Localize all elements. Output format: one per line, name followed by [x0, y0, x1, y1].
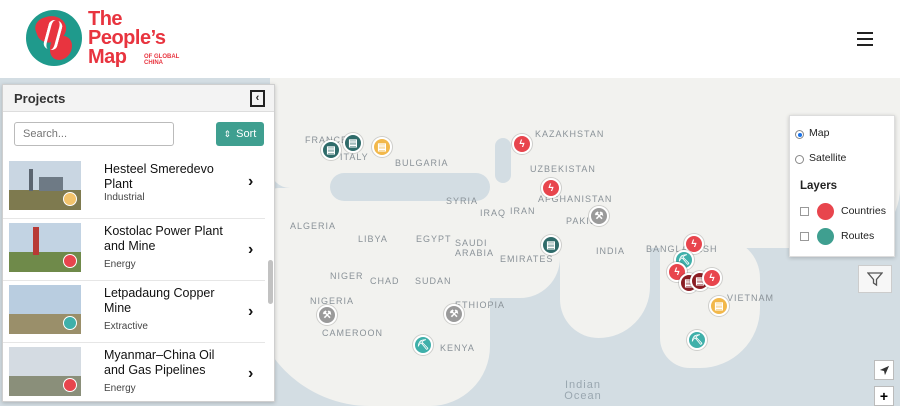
- project-list-item[interactable]: Hesteel Smeredevo Plant Industrial ›: [3, 157, 265, 219]
- label-uzbekistan: UZBEKISTAN: [530, 164, 596, 174]
- layers-heading: Layers: [800, 180, 838, 192]
- chevron-right-icon[interactable]: ›: [248, 365, 253, 383]
- updown-arrows-icon: ⇕: [223, 128, 232, 139]
- globe-logo-icon: [26, 10, 82, 66]
- project-category: Energy: [104, 383, 136, 394]
- hamburger-menu-icon[interactable]: [857, 32, 873, 46]
- africa-land: [250, 188, 490, 406]
- project-search-input[interactable]: [14, 122, 174, 146]
- project-thumbnail: [9, 347, 81, 396]
- site-header: The People’s Map OF GLOBAL CHINA: [0, 0, 900, 78]
- chevron-right-icon[interactable]: ›: [248, 241, 253, 259]
- energy-badge-icon: [63, 254, 77, 268]
- countries-checkbox[interactable]: [800, 207, 809, 216]
- projects-panel-header: Projects ‹: [3, 85, 274, 112]
- label-emirates: EMIRATES: [500, 254, 554, 264]
- caspian-sea: [495, 138, 511, 183]
- label-india: INDIA: [596, 246, 626, 256]
- label-niger: NIGER: [330, 271, 364, 281]
- label-iran: IRAN: [510, 206, 536, 216]
- label-indian-ocean-2: Ocean: [564, 390, 602, 402]
- project-marker-energy[interactable]: ϟ: [512, 134, 532, 154]
- project-list-item[interactable]: Kostolac Power Plant and Mine Energy ›: [3, 219, 265, 281]
- projects-panel: Projects ‹ ⇕ Sort Hesteel Smeredevo Plan…: [2, 84, 275, 402]
- project-marker-manufacturing[interactable]: ▤: [343, 133, 363, 153]
- label-chad: CHAD: [370, 276, 400, 286]
- extractive-badge-icon: [63, 316, 77, 330]
- project-title: Kostolac Power Plant and Mine: [104, 224, 223, 253]
- label-italy: ITALY: [340, 152, 369, 162]
- industrial-badge-icon: [63, 192, 77, 206]
- label-libya: LIBYA: [358, 234, 388, 244]
- project-thumbnail: [9, 161, 81, 210]
- layers-control: Map Satellite Layers Countries Routes: [789, 115, 895, 257]
- chevron-right-icon[interactable]: ›: [248, 173, 253, 191]
- project-marker-extractive[interactable]: ⛏: [413, 335, 433, 355]
- project-marker-industrial[interactable]: ▤: [372, 137, 392, 157]
- label-kenya: KENYA: [440, 343, 475, 353]
- india-land: [560, 218, 650, 338]
- locate-button[interactable]: [874, 360, 894, 380]
- project-marker-manufacturing[interactable]: ▤: [321, 140, 341, 160]
- countries-label: Countries: [841, 205, 886, 217]
- satellite-base-label: Satellite: [809, 152, 847, 164]
- project-marker-extractive[interactable]: ⛏: [687, 330, 707, 350]
- label-kazakhstan: KAZAKHSTAN: [535, 129, 605, 139]
- label-nigeria: NIGERIA: [310, 296, 355, 306]
- label-indian-ocean: Indian Ocean: [558, 380, 608, 402]
- project-category: Energy: [104, 259, 136, 270]
- project-marker-other[interactable]: ⚒: [589, 206, 609, 226]
- label-bulgaria: BULGARIA: [395, 158, 449, 168]
- list-scrollbar[interactable]: [268, 260, 273, 304]
- label-vietnam: VIETNAM: [727, 293, 775, 303]
- project-list-item[interactable]: Myanmar–China Oil and Gas Pipelines Ener…: [3, 343, 265, 401]
- logo-subtitle: OF GLOBAL CHINA: [144, 54, 179, 66]
- project-category: Extractive: [104, 321, 148, 332]
- chevron-right-icon[interactable]: ›: [248, 303, 253, 321]
- countries-globe-icon: [817, 203, 834, 220]
- logo-subtitle-line-2: CHINA: [144, 60, 163, 66]
- project-list-item[interactable]: Letpadaung Copper Mine Extractive ›: [3, 281, 265, 343]
- project-title: Hesteel Smeredevo Plant: [104, 162, 214, 191]
- satellite-base-radio[interactable]: [795, 155, 804, 164]
- routes-label: Routes: [841, 230, 875, 242]
- label-egypt: EGYPT: [416, 234, 452, 244]
- sort-button[interactable]: ⇕ Sort: [216, 122, 264, 146]
- project-marker-manufacturing[interactable]: ▤: [541, 235, 561, 255]
- project-list: Hesteel Smeredevo Plant Industrial › Kos…: [3, 157, 265, 401]
- locate-arrow-icon: [879, 365, 889, 375]
- project-marker-other[interactable]: ⚒: [444, 304, 464, 324]
- label-cameroon: CAMEROON: [322, 328, 384, 338]
- project-thumbnail: [9, 285, 81, 334]
- routes-globe-icon: [817, 228, 834, 245]
- filter-funnel-icon: [867, 272, 883, 287]
- label-sudan: SUDAN: [415, 276, 452, 286]
- peoples-map-logo[interactable]: The People’s Map OF GLOBAL CHINA: [26, 9, 186, 70]
- projects-panel-title: Projects: [14, 91, 66, 106]
- label-algeria: ALGERIA: [290, 221, 337, 231]
- collapse-left-icon[interactable]: ‹: [250, 90, 265, 107]
- routes-checkbox[interactable]: [800, 232, 809, 241]
- project-title: Myanmar–China Oil and Gas Pipelines: [104, 348, 215, 377]
- map-base-radio[interactable]: [795, 130, 804, 139]
- sort-label: Sort: [236, 128, 257, 140]
- zoom-in-button[interactable]: +: [874, 386, 894, 406]
- energy-badge-icon: [63, 378, 77, 392]
- project-thumbnail: [9, 223, 81, 272]
- project-marker-energy[interactable]: ϟ: [702, 268, 722, 288]
- project-title: Letpadaung Copper Mine: [104, 286, 215, 315]
- label-syria: SYRIA: [446, 196, 479, 206]
- label-iraq: IRAQ: [480, 208, 507, 218]
- project-marker-industrial[interactable]: ▤: [709, 296, 729, 316]
- map-base-label: Map: [809, 127, 830, 139]
- project-category: Industrial: [104, 192, 145, 203]
- filter-button[interactable]: [858, 265, 892, 293]
- project-marker-other[interactable]: ⚒: [317, 305, 337, 325]
- project-marker-energy[interactable]: ϟ: [541, 178, 561, 198]
